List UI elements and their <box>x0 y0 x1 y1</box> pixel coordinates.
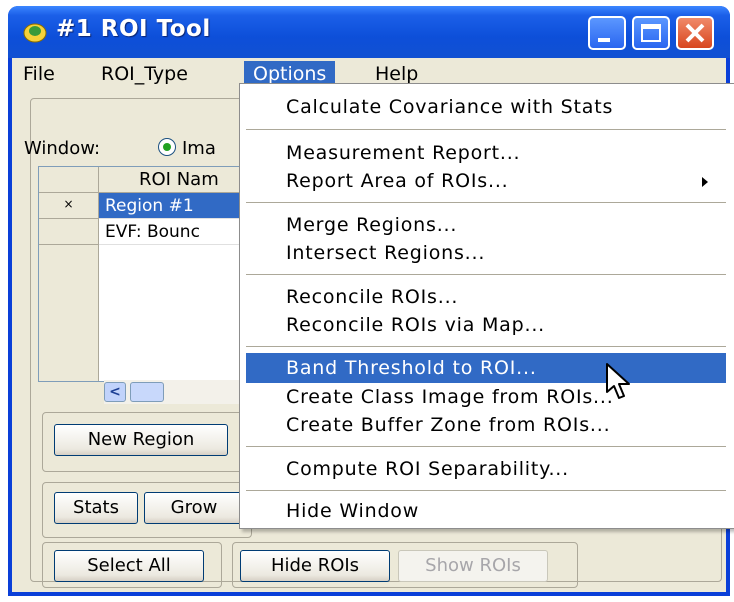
stats-button[interactable]: Stats <box>54 492 138 524</box>
menu-item-label: Report Area of ROIs... <box>286 170 509 192</box>
roi-table: ROI Nam × Region #1 EVF: Bounc <box>38 166 260 382</box>
menu-file[interactable]: File <box>14 61 64 87</box>
menu-item-band-threshold[interactable]: Band Threshold to ROI... <box>246 353 726 383</box>
app-icon <box>23 23 47 43</box>
menu-separator <box>246 346 726 347</box>
menu-item-reconcile-rois[interactable]: Reconcile ROIs... <box>246 282 726 312</box>
menu-separator <box>246 202 726 203</box>
close-icon <box>685 23 705 43</box>
minimize-icon <box>598 38 610 42</box>
menu-item-reconcile-rois-via-map[interactable]: Reconcile ROIs via Map... <box>246 310 726 340</box>
roi-name-column-header[interactable]: ROI Nam <box>99 167 259 193</box>
maximize-button[interactable] <box>632 16 670 50</box>
select-all-button[interactable]: Select All <box>54 550 204 582</box>
row-header[interactable] <box>39 219 99 245</box>
menu-item-intersect-regions[interactable]: Intersect Regions... <box>246 238 726 268</box>
menu-item-create-buffer-zone[interactable]: Create Buffer Zone from ROIs... <box>246 410 726 440</box>
submenu-arrow-icon <box>702 177 708 187</box>
scroll-thumb[interactable] <box>130 382 164 402</box>
new-region-button[interactable]: New Region <box>54 424 228 456</box>
menu-item-calculate-covariance[interactable]: Calculate Covariance with Stats <box>246 92 726 122</box>
menu-roi-type[interactable]: ROI_Type <box>92 61 197 87</box>
mouse-pointer-icon <box>606 363 630 399</box>
menu-separator <box>246 490 726 491</box>
menu-separator <box>246 446 726 447</box>
image-radio-label: Ima <box>182 138 216 159</box>
menu-item-report-area[interactable]: Report Area of ROIs... <box>246 166 726 196</box>
menu-item-hide-window[interactable]: Hide Window <box>246 496 726 526</box>
scroll-left-arrow-icon[interactable]: < <box>104 382 126 402</box>
menu-separator <box>246 274 726 275</box>
table-row[interactable]: EVF: Bounc <box>99 219 259 245</box>
image-radio-button[interactable] <box>158 138 176 156</box>
menu-item-measurement-report[interactable]: Measurement Report... <box>246 138 726 168</box>
menu-item-compute-separability[interactable]: Compute ROI Separability... <box>246 454 726 484</box>
menu-item-merge-regions[interactable]: Merge Regions... <box>246 210 726 240</box>
close-button[interactable] <box>676 16 714 50</box>
grow-button[interactable]: Grow <box>144 492 244 524</box>
menu-item-create-class-image[interactable]: Create Class Image from ROIs... <box>246 382 726 412</box>
maximize-icon <box>641 24 661 42</box>
show-rois-button: Show ROIs <box>398 550 548 582</box>
options-dropdown-menu: Calculate Covariance with Stats Measurem… <box>239 83 734 529</box>
menu-separator <box>246 129 726 130</box>
row-header-filler <box>39 245 99 381</box>
window-title: #1 ROI Tool <box>56 16 211 42</box>
minimize-button[interactable] <box>588 16 626 50</box>
table-row[interactable]: Region #1 <box>99 193 259 219</box>
window-label: Window: <box>24 138 101 159</box>
row-header[interactable]: × <box>39 193 99 219</box>
hide-rois-button[interactable]: Hide ROIs <box>240 550 390 582</box>
table-corner-header <box>39 167 99 193</box>
title-bar[interactable]: #1 ROI Tool <box>8 6 730 58</box>
